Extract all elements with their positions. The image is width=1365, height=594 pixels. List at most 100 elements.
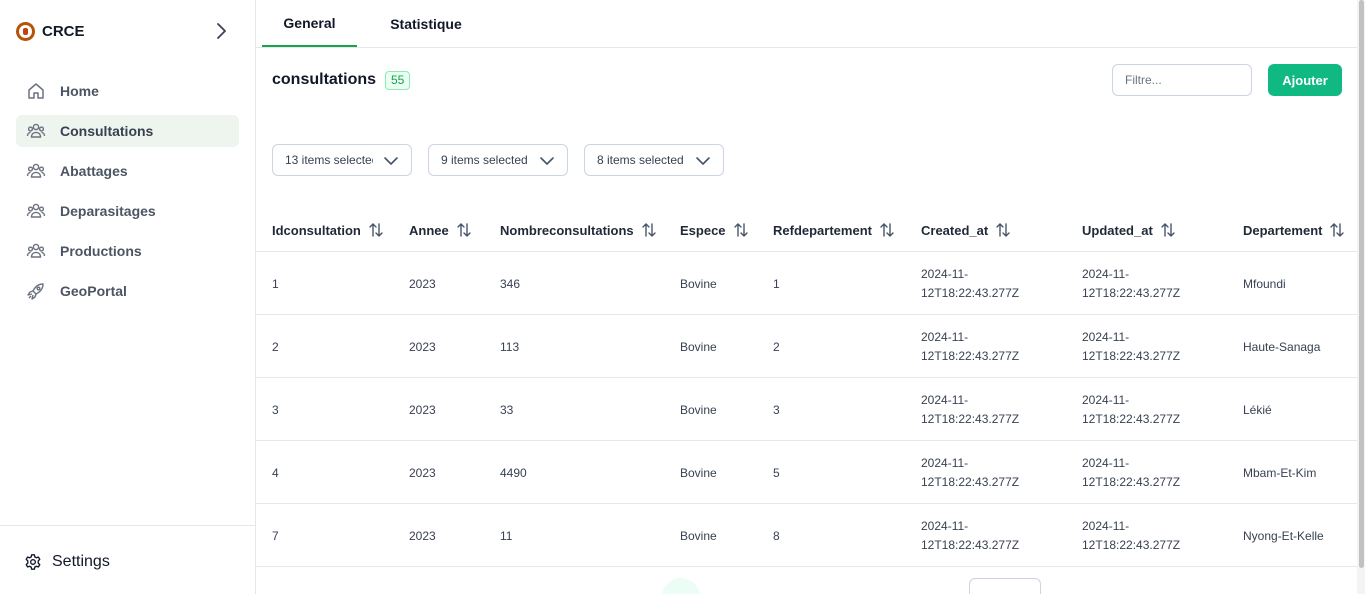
page-title: consultations xyxy=(272,71,377,88)
cell-line: 2024-11- xyxy=(921,329,969,344)
gear-icon xyxy=(24,553,42,571)
column-header-label: Nombreconsultations xyxy=(500,222,634,238)
sidebar-item-home[interactable]: Home xyxy=(16,75,239,107)
sidebar-item-label: Home xyxy=(60,83,99,99)
sidebar-nav: Home Consultations Abattages Deparasitag… xyxy=(16,75,239,315)
table-cell-espece: Bovine xyxy=(680,465,717,480)
multiselect-filter-3[interactable]: 8 items selected xyxy=(584,144,724,176)
users-icon xyxy=(26,201,46,221)
column-header[interactable]: Annee xyxy=(409,222,471,238)
table-header: Idconsultation Annee Nombreconsultations Es… xyxy=(256,208,1357,252)
sidebar-item-productions[interactable]: Productions xyxy=(16,235,239,267)
table-cell-annee: 2023 xyxy=(409,339,436,354)
column-header[interactable]: Created_at xyxy=(921,222,1010,238)
tab-general[interactable]: General xyxy=(262,0,357,47)
sort-icon[interactable] xyxy=(733,222,748,238)
table-cell-ref: 5 xyxy=(773,465,780,480)
sidebar-item-geoportal[interactable]: GeoPortal xyxy=(16,275,239,307)
home-icon xyxy=(26,81,46,101)
column-header[interactable]: Updated_at xyxy=(1082,222,1175,238)
filter-input[interactable] xyxy=(1112,64,1252,96)
chevron-down-icon xyxy=(383,153,399,169)
table-cell-id: 3 xyxy=(272,402,279,417)
sidebar-footer: Settings xyxy=(0,525,256,594)
sort-icon[interactable] xyxy=(1330,222,1345,238)
chevron-down-icon xyxy=(539,153,555,169)
sort-icon[interactable] xyxy=(996,222,1010,238)
page-scrollbar-thumb[interactable] xyxy=(1359,0,1364,568)
brand[interactable]: CRCE xyxy=(16,20,85,42)
cell-line: 2024-11- xyxy=(921,518,969,533)
settings-button[interactable]: Settings xyxy=(24,553,110,571)
table-cell-ref: 3 xyxy=(773,402,780,417)
cell-line: 12T18:22:43.277Z xyxy=(921,285,1020,300)
main-content: General Statistique consultations 55 Ajo… xyxy=(256,0,1357,594)
sort-icon[interactable] xyxy=(457,222,471,238)
add-button[interactable]: Ajouter xyxy=(1268,64,1342,96)
table-cell-dep: Mbam-Et-Kim xyxy=(1243,465,1317,480)
table-body: 1 2023 346 Bovine 1 2024-11- 12T18:22:43.277Z 2… xyxy=(256,252,1357,567)
logo-icon xyxy=(16,21,35,41)
table-row[interactable]: 7 2023 11 Bovine 8 2024-11- 12T18:22:43.277Z 20… xyxy=(256,504,1357,567)
sidebar-item-label: Consultations xyxy=(60,123,154,139)
table-cell-espece: Bovine xyxy=(680,402,717,417)
table-cell-annee: 2023 xyxy=(409,465,436,480)
chevron-right-icon[interactable] xyxy=(211,21,231,41)
table-cell-espece: Bovine xyxy=(680,528,717,543)
cell-line: 12T18:22:43.277Z xyxy=(1082,348,1181,363)
table-cell-updated: 2024-11- 12T18:22:43.277Z xyxy=(1082,315,1202,378)
table-cell-ref: 8 xyxy=(773,528,780,543)
sidebar-item-deparasitages[interactable]: Deparasitages xyxy=(16,195,239,227)
tab-bar: General Statistique xyxy=(256,0,1357,48)
cell-line: 2024-11- xyxy=(1082,392,1130,407)
table-cell-id: 7 xyxy=(272,528,279,543)
table-cell-dep: Haute-Sanaga xyxy=(1243,339,1321,354)
column-header[interactable]: Refdepartement xyxy=(773,222,894,238)
sidebar-item-abattages[interactable]: Abattages xyxy=(16,155,239,187)
column-header[interactable]: Departement xyxy=(1243,222,1345,238)
column-header[interactable]: Idconsultation xyxy=(272,222,383,238)
column-header[interactable]: Espece xyxy=(680,222,748,238)
table-cell-annee: 2023 xyxy=(409,276,436,291)
cell-line: 2024-11- xyxy=(921,266,969,281)
table-cell-id: 4 xyxy=(272,465,279,480)
column-header-label: Departement xyxy=(1243,222,1323,238)
table-cell-nb: 113 xyxy=(500,339,520,354)
cell-line: 2024-11- xyxy=(1082,518,1130,533)
cell-line: 12T18:22:43.277Z xyxy=(921,348,1020,363)
data-table: Idconsultation Annee Nombreconsultations Es… xyxy=(256,208,1357,567)
count-badge: 55 xyxy=(385,71,411,90)
table-row[interactable]: 2 2023 113 Bovine 2 2024-11- 12T18:22:43.277Z 2… xyxy=(256,315,1357,378)
sort-icon[interactable] xyxy=(1161,222,1175,238)
rows-per-page-dropdown[interactable] xyxy=(969,578,1041,594)
table-row[interactable]: 1 2023 346 Bovine 1 2024-11- 12T18:22:43.277Z 2… xyxy=(256,252,1357,315)
cell-line: 2024-11- xyxy=(1082,329,1130,344)
table-cell-espece: Bovine xyxy=(680,276,717,291)
page-1-button[interactable] xyxy=(662,578,700,594)
column-header-label: Idconsultation xyxy=(272,222,361,238)
table-cell-created: 2024-11- 12T18:22:43.277Z xyxy=(921,504,1041,567)
table-cell-id: 1 xyxy=(272,276,279,291)
column-header[interactable]: Nombreconsultations xyxy=(500,222,656,238)
cell-line: 12T18:22:43.277Z xyxy=(921,411,1020,426)
users-icon xyxy=(26,241,46,261)
tab-statistique[interactable]: Statistique xyxy=(376,0,476,47)
sort-icon[interactable] xyxy=(369,222,383,238)
table-cell-created: 2024-11- 12T18:22:43.277Z xyxy=(921,441,1041,504)
column-header-label: Annee xyxy=(409,222,449,238)
table-cell-updated: 2024-11- 12T18:22:43.277Z xyxy=(1082,378,1202,441)
sort-icon[interactable] xyxy=(880,222,894,238)
sidebar-item-label: Abattages xyxy=(60,163,128,179)
table-row[interactable]: 3 2023 33 Bovine 3 2024-11- 12T18:22:43.277Z 20… xyxy=(256,378,1357,441)
sort-icon[interactable] xyxy=(641,222,656,238)
table-cell-nb: 346 xyxy=(500,276,521,291)
table-cell-updated: 2024-11- 12T18:22:43.277Z xyxy=(1082,252,1202,315)
settings-label: Settings xyxy=(52,553,110,570)
table-row[interactable]: 4 2023 4490 Bovine 5 2024-11- 12T18:22:43.277Z… xyxy=(256,441,1357,504)
cell-line: 2024-11- xyxy=(921,392,969,407)
sidebar-item-consultations[interactable]: Consultations xyxy=(16,115,239,147)
users-icon xyxy=(26,121,46,141)
brand-name: CRCE xyxy=(42,22,85,40)
multiselect-filter-2[interactable]: 9 items selected xyxy=(428,144,568,176)
multiselect-filter-1[interactable]: 13 items selected xyxy=(272,144,412,176)
